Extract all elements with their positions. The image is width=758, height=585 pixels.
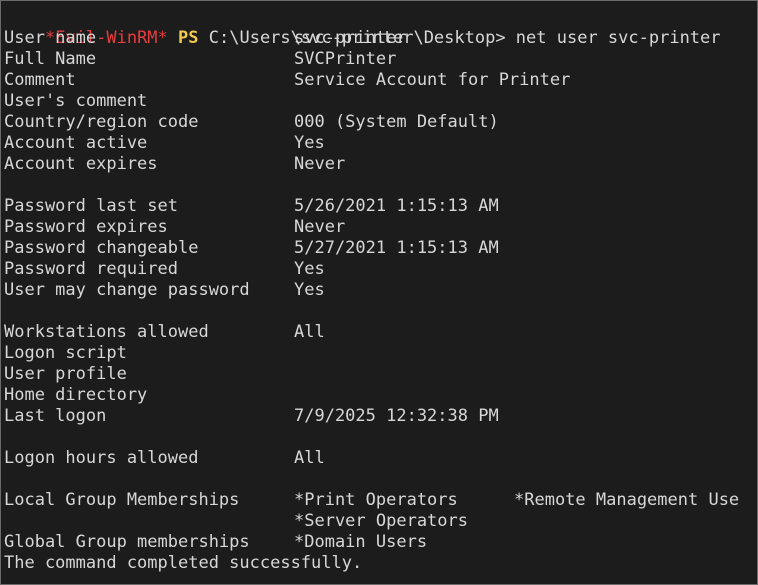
output-row-logon-script: Logon script [4, 343, 757, 364]
field-label: Logon hours allowed [4, 448, 199, 468]
output-row-home-directory: Home directory [4, 385, 757, 406]
field-value: Never [294, 154, 346, 174]
field-value: 7/9/2025 12:32:38 PM [294, 406, 499, 426]
output-row-user-name: User name svc-printer [4, 28, 757, 49]
field-value: svc-printer [294, 28, 407, 48]
output-row-account-expires: Account expires Never [4, 154, 757, 175]
output-row-comment: Comment Service Account for Printer [4, 70, 757, 91]
output-row-full-name: Full Name SVCPrinter [4, 49, 757, 70]
output-row-last-logon: Last logon 7/9/2025 12:32:38 PM [4, 406, 757, 427]
output-row-password-required: Password required Yes [4, 259, 757, 280]
group-membership: *Print Operators [294, 490, 458, 510]
field-label: Country/region code [4, 112, 199, 132]
field-value: Never [294, 217, 346, 237]
field-label: User name [4, 28, 97, 48]
field-label: Password changeable [4, 238, 199, 258]
field-label: Password required [4, 259, 178, 279]
field-label: User's comment [4, 91, 148, 111]
group-membership: *Server Operators [294, 511, 468, 531]
output-row-workstations-allowed: Workstations allowed All [4, 322, 757, 343]
group-membership: *Remote Management Use [514, 490, 740, 510]
field-value: All [294, 322, 325, 342]
output-row-global-groups: Global Group memberships *Domain Users [4, 532, 757, 553]
output-row-password-changeable: Password changeable 5/27/2021 1:15:13 AM [4, 238, 757, 259]
field-label: Local Group Memberships [4, 490, 240, 510]
output-row-local-groups-continued: *Server Operators [4, 511, 757, 532]
output-row-user-may-change-password: User may change password Yes [4, 280, 757, 301]
field-value: Yes [294, 259, 325, 279]
command-status: The command completed successfully. [4, 553, 363, 573]
field-value: All [294, 448, 325, 468]
output-row-logon-hours-allowed: Logon hours allowed All [4, 448, 757, 469]
terminal-window[interactable]: *Evil-WinRM* PS C:\Users\svc-printer\Des… [0, 0, 758, 585]
output-row-password-expires: Password expires Never [4, 217, 757, 238]
field-label: Logon script [4, 343, 127, 363]
field-label: Full Name [4, 49, 97, 69]
field-value: 000 (System Default) [294, 112, 499, 132]
field-value: SVCPrinter [294, 49, 397, 69]
field-value: 5/27/2021 1:15:13 AM [294, 238, 499, 258]
field-value: 5/26/2021 1:15:13 AM [294, 196, 499, 216]
field-label: Password last set [4, 196, 178, 216]
field-value: Service Account for Printer [294, 70, 571, 90]
field-label: Password expires [4, 217, 168, 237]
field-label: Last logon [4, 406, 107, 426]
field-value: Yes [294, 133, 325, 153]
output-row-account-active: Account active Yes [4, 133, 757, 154]
output-row-local-groups: Local Group Memberships *Print Operators… [4, 490, 757, 511]
field-label: Account active [4, 133, 148, 153]
output-row-country-code: Country/region code 000 (System Default) [4, 112, 757, 133]
output-row-password-last-set: Password last set 5/26/2021 1:15:13 AM [4, 196, 757, 217]
field-label: User may change password [4, 280, 250, 300]
field-label: User profile [4, 364, 127, 384]
group-membership: *Domain Users [294, 532, 428, 552]
prompt-line: *Evil-WinRM* PS C:\Users\svc-printer\Des… [4, 7, 757, 48]
field-label: Comment [4, 70, 76, 90]
output-row-users-comment: User's comment [4, 91, 757, 112]
field-label: Account expires [4, 154, 158, 174]
field-value: Yes [294, 280, 325, 300]
field-label: Global Group memberships [4, 532, 250, 552]
field-label: Workstations allowed [4, 322, 209, 342]
output-row-user-profile: User profile [4, 364, 757, 385]
field-label: Home directory [4, 385, 148, 405]
